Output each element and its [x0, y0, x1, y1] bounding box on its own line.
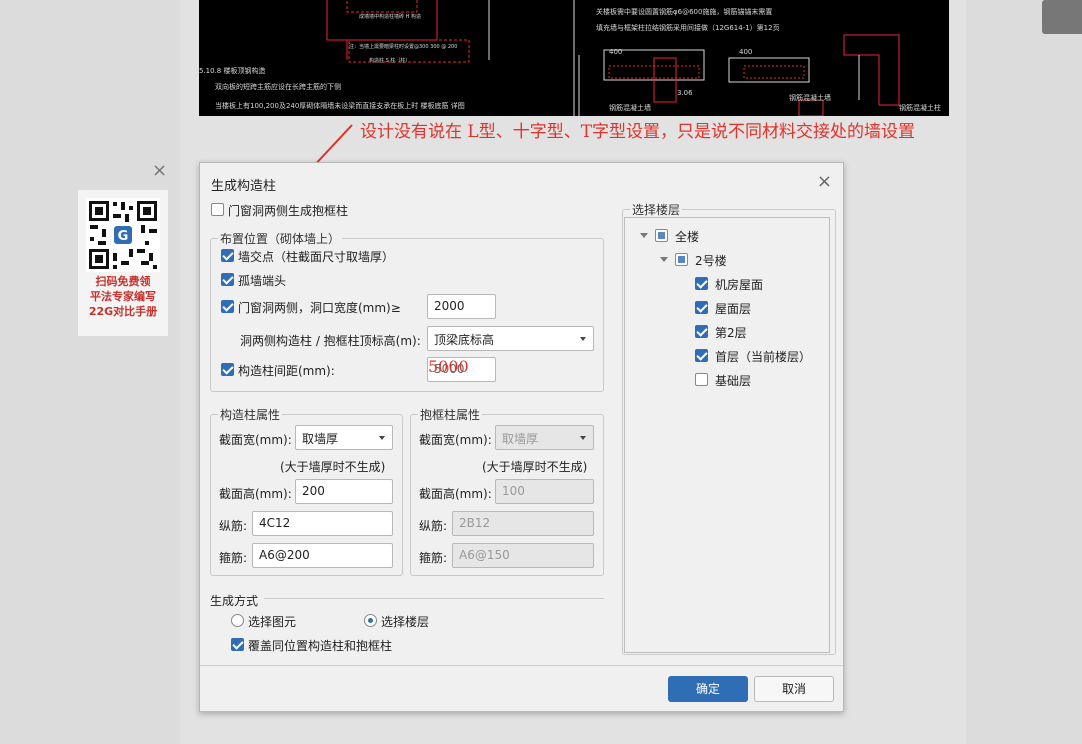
qr-code-icon: G — [86, 198, 160, 272]
cad-text-14: 构造柱 S 柱（柱） — [369, 57, 410, 64]
cancel-button[interactable]: 取消 — [754, 676, 834, 702]
column-long-bar-label: 纵筋: — [219, 519, 248, 533]
cad-text-10: 钢筋混凝土墙 — [789, 93, 831, 102]
select-element-radio[interactable] — [231, 614, 244, 627]
select-element-label: 选择图元 — [248, 615, 297, 629]
select-floor-radio[interactable] — [364, 614, 377, 627]
cad-text-11: 钢筋混凝土柱 — [899, 103, 941, 112]
floor-root-checkbox[interactable] — [655, 229, 668, 242]
frame-stirrup-input[interactable]: A6@150 — [452, 543, 594, 568]
layout-position-title: 布置位置（砌体墙上） — [218, 230, 343, 247]
cad-text-9: 钢筋混凝土墙 — [609, 103, 651, 112]
frame-height-label: 截面高(mm): — [419, 487, 492, 501]
floor-item-checkbox[interactable] — [695, 325, 708, 338]
isolated-wall-end-label: 孤墙端头 — [238, 274, 287, 288]
ad-line-2: 平法专家编写 — [90, 290, 156, 303]
expand-caret-icon[interactable] — [640, 233, 648, 238]
wall-intersection-label: 墙交点（柱截面尺寸取墙厚） — [238, 250, 395, 264]
floor-select-title: 选择楼层 — [630, 201, 683, 218]
floor-item-checkbox[interactable] — [695, 349, 708, 362]
generate-column-dialog: 生成构造柱 × 门窗洞两侧生成抱框柱 布置位置（砌体墙上） 墙交点（柱截面尺寸取… — [199, 162, 844, 712]
ad-close-icon[interactable]: × — [152, 160, 167, 181]
cad-text-7: 400 — [739, 48, 752, 56]
column-height-input[interactable]: 200 — [295, 479, 393, 504]
overwrite-checkbox[interactable] — [231, 638, 244, 651]
cad-text-4: 关楼板需中要设圆置钢筋φ6@600施施，钢筋锚锚末需置 — [596, 7, 772, 16]
dialog-title: 生成构造柱 — [211, 179, 277, 194]
cad-text-2: 双向板的短跨主筋应设在长跨主筋的下侧 — [215, 82, 341, 91]
column-spacing-label: 构造柱间距(mm): — [238, 364, 335, 378]
dialog-close-icon[interactable]: × — [817, 171, 832, 192]
cad-drawing-svg: 5.10.8 楼板顶钢构造 双向板的短跨主筋应设在长跨主筋的下侧 当楼板上有10… — [199, 0, 941, 116]
door-window-frame-checkbox[interactable] — [211, 203, 224, 216]
isolated-wall-end-checkbox[interactable] — [221, 273, 234, 286]
cad-text-3: 当楼板上有100,200及240厚砌体隔墙未设梁而直接支承在板上时 楼板底筋 详… — [215, 101, 465, 110]
opening-sides-label: 门窗洞两侧，洞口宽度(mm)≥ — [238, 301, 401, 315]
floor-item-label: 第2层 — [715, 326, 747, 340]
top-elevation-label: 洞两侧构造柱 / 抱框柱顶标高(m): — [240, 334, 421, 348]
floor-item-label: 屋面层 — [715, 302, 752, 316]
frame-stirrup-label: 箍筋: — [419, 551, 448, 565]
column-long-bar-input[interactable]: 4C12 — [252, 511, 393, 536]
floor-root-label: 全楼 — [675, 230, 700, 244]
column-spacing-checkbox[interactable] — [221, 363, 234, 376]
frame-long-bar-input[interactable]: 2B12 — [452, 511, 594, 536]
floor-item-label: 机房屋面 — [715, 278, 764, 292]
floor-item-checkbox[interactable] — [695, 373, 708, 386]
cad-text-13: 成墙墙中构造柱墙砖 H 构造 — [359, 13, 421, 20]
spacing-red-overlay-text: 5000 — [428, 357, 469, 376]
frame-width-note: (大于墙厚时不生成) — [482, 460, 588, 474]
frame-width-select[interactable]: 取墙厚 — [495, 425, 594, 450]
door-window-frame-label: 门窗洞两侧生成抱框柱 — [228, 204, 349, 218]
generate-mode-title: 生成方式 — [210, 594, 259, 608]
page-background-left — [0, 0, 180, 744]
svg-text:G: G — [118, 229, 129, 244]
frame-width-label: 截面宽(mm): — [419, 433, 492, 447]
thumbnail-preview[interactable] — [1042, 0, 1082, 34]
ad-line-3: 22G对比手册 — [88, 305, 158, 318]
floor-item-label: 基础层 — [715, 374, 752, 388]
red-annotation-text: 设计没有说在 L型、十字型、T字型设置，只是说不同材料交接处的墙设置 — [360, 122, 916, 142]
column-width-select[interactable]: 取墙厚 — [295, 425, 393, 450]
cad-text-8: 3.06 — [677, 89, 693, 97]
floor-item-checkbox[interactable] — [695, 277, 708, 290]
cad-text-1: 5.10.8 楼板顶钢构造 — [199, 66, 266, 75]
footer-divider — [200, 665, 843, 666]
ok-button[interactable]: 确定 — [668, 676, 748, 702]
column-properties-title: 构造柱属性 — [218, 406, 283, 423]
select-floor-label: 选择楼层 — [381, 615, 430, 629]
opening-width-input[interactable]: 2000 — [427, 294, 496, 319]
ad-line-1: 扫码免费领 — [95, 275, 151, 288]
building-label: 2号楼 — [695, 254, 727, 268]
generate-mode-divider — [264, 598, 604, 599]
frame-height-input[interactable]: 100 — [495, 479, 594, 504]
cad-drawing-image: 5.10.8 楼板顶钢构造 双向板的短跨主筋应设在长跨主筋的下侧 当楼板上有10… — [199, 0, 949, 116]
column-height-label: 截面高(mm): — [219, 487, 292, 501]
expand-caret-icon[interactable] — [660, 257, 668, 262]
column-stirrup-label: 箍筋: — [219, 551, 248, 565]
opening-sides-checkbox[interactable] — [221, 300, 234, 313]
building-checkbox[interactable] — [675, 253, 688, 266]
wall-intersection-checkbox[interactable] — [221, 249, 234, 262]
frame-properties-title: 抱框柱属性 — [418, 406, 483, 423]
floor-tree: 全楼 2号楼 机房屋面 屋面层 第2层 首层（当前楼层） 基础层 — [624, 217, 830, 653]
floor-item-checkbox[interactable] — [695, 301, 708, 314]
column-stirrup-input[interactable]: A6@200 — [252, 543, 393, 568]
cad-text-5: 填充墙与框架柱拉结钢筋采用间接做（12G614-1）第12页 — [596, 23, 780, 32]
page-background-right — [966, 0, 1082, 744]
ad-caption: 扫码免费领 平法专家编写 22G对比手册 — [78, 274, 168, 319]
qr-ad-card[interactable]: G 扫码免费领 平法专家编写 22G对比手册 — [78, 190, 168, 336]
frame-long-bar-label: 纵筋: — [419, 519, 448, 533]
floor-item-label: 首层（当前楼层） — [715, 350, 812, 364]
column-width-label: 截面宽(mm): — [219, 433, 292, 447]
cad-text-6: 400 — [609, 48, 622, 56]
column-width-note: (大于墙厚时不生成) — [280, 460, 386, 474]
overwrite-label: 覆盖同位置构造柱和抱框柱 — [248, 639, 393, 653]
top-elevation-select[interactable]: 顶梁底标高 — [427, 326, 594, 351]
cad-text-12: 注：当墙上需要暗梁柱时设置@300 300 @ 200 — [349, 43, 457, 50]
